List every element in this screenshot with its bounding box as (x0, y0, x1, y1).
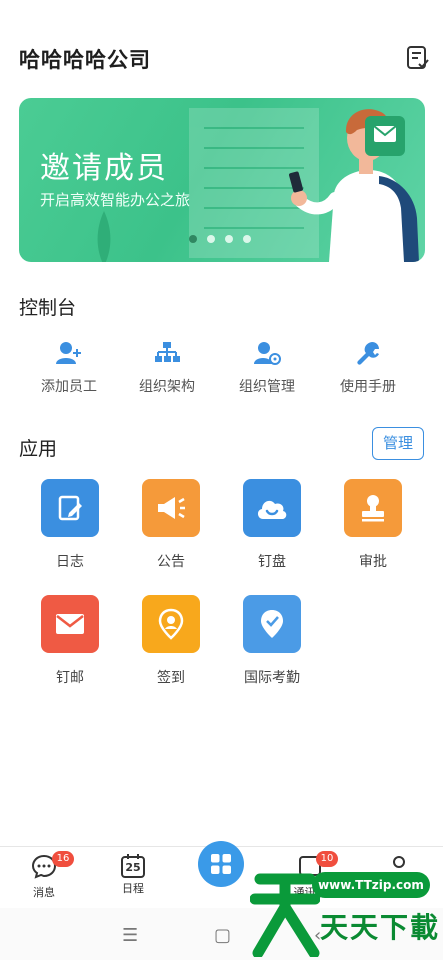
app-label: 钉邮 (56, 670, 84, 686)
add-user-icon (56, 342, 81, 364)
app-intl-attendance[interactable]: 国际考勤 (222, 595, 322, 687)
apps-grid-icon (211, 854, 231, 874)
wrench-icon (357, 342, 379, 365)
console-label: 使用手册 (340, 379, 396, 395)
carousel-dot[interactable] (207, 235, 215, 243)
app-tile (344, 479, 402, 537)
console-label: 添加员工 (41, 379, 97, 395)
add-employee-button[interactable]: 添加员工 (14, 340, 124, 396)
org-structure-button[interactable]: 组织架构 (112, 340, 222, 396)
stamp-icon (362, 495, 384, 522)
header: 哈哈哈哈公司 (0, 0, 443, 95)
calendar-icon: 25 (120, 853, 146, 879)
org-management-button[interactable]: 组织管理 (212, 340, 322, 396)
app-tile (142, 479, 200, 537)
console-label: 组织管理 (239, 379, 295, 395)
app-tile (41, 479, 99, 537)
user-settings-icon (254, 342, 281, 365)
carousel-dot[interactable] (189, 235, 197, 243)
app-label: 签到 (157, 670, 185, 686)
company-title: 哈哈哈哈公司 (19, 48, 151, 72)
watermark: www.TTzip.com 天天下載 (250, 862, 440, 960)
app-tile (243, 479, 301, 537)
app-label: 审批 (359, 554, 387, 570)
app-label: 日志 (56, 554, 84, 570)
tab-label: 日程 (122, 882, 144, 895)
app-mail[interactable]: 钉邮 (20, 595, 120, 687)
check-pin-icon (261, 610, 283, 638)
app-tile (41, 595, 99, 653)
location-pin-icon (158, 608, 184, 640)
plant-icon (97, 211, 111, 262)
home-icon[interactable]: ▢ (214, 925, 231, 946)
messages-badge: 16 (52, 851, 74, 867)
app-announcement[interactable]: 公告 (121, 479, 221, 571)
org-chart-icon (155, 342, 180, 362)
person-with-phone-illustration (289, 109, 419, 262)
user-manual-button[interactable]: 使用手册 (313, 340, 423, 396)
megaphone-icon (158, 497, 185, 519)
console-label: 组织架构 (139, 379, 195, 395)
app-approval[interactable]: 审批 (323, 479, 423, 571)
apps-title: 应用 (19, 438, 58, 460)
app-dingpan[interactable]: 钉盘 (222, 479, 322, 571)
tab-label: 消息 (33, 886, 55, 899)
mail-icon (56, 614, 84, 634)
app-label: 钉盘 (258, 554, 286, 570)
note-edit-icon (58, 495, 82, 521)
console-title: 控制台 (19, 297, 77, 319)
manage-button[interactable]: 管理 (372, 427, 424, 460)
apps-center-button[interactable] (198, 841, 244, 887)
cloud-icon (257, 500, 287, 519)
calendar-date: 25 (125, 861, 141, 874)
app-log[interactable]: 日志 (20, 479, 120, 571)
tab-messages[interactable]: 16 消息 (14, 851, 74, 900)
tab-schedule[interactable]: 25 日程 (103, 853, 163, 896)
app-tile (142, 595, 200, 653)
app-label: 国际考勤 (244, 670, 300, 686)
invite-banner[interactable]: 邀请成员 开启高效智能办公之旅 (19, 98, 425, 262)
app-tile (243, 595, 301, 653)
console-grid: 添加员工 组织架构 组织管理 使用手册 (0, 340, 443, 410)
app-label: 公告 (157, 554, 185, 570)
watermark-text: 天天下載 (320, 911, 441, 944)
watermark-logo-icon (250, 873, 320, 957)
checklist-icon[interactable] (405, 45, 431, 71)
menu-icon[interactable]: ☰ (122, 925, 138, 946)
watermark-url: www.TTzip.com (312, 872, 430, 898)
app-checkin[interactable]: 签到 (121, 595, 221, 687)
banner-title: 邀请成员 (40, 151, 168, 186)
